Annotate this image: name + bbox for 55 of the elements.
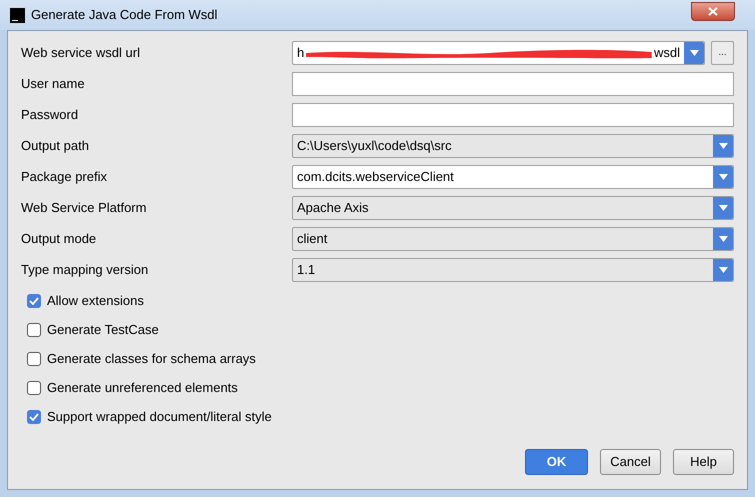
- field-label: Package prefix: [21, 168, 108, 186]
- field-label: Web Service Platform: [21, 199, 148, 218]
- caret-down-icon: [718, 205, 728, 211]
- dialog-button[interactable]: Help: [673, 449, 734, 475]
- dropdown-value: C:\Users\yuxl\code\dsq\src: [296, 137, 453, 156]
- check-icon: [29, 297, 39, 305]
- dropdown-arrow-button[interactable]: [713, 228, 733, 250]
- url-text-end: wsdl: [654, 44, 680, 62]
- checkbox[interactable]: [27, 381, 41, 395]
- checkbox[interactable]: [27, 294, 41, 308]
- input-field[interactable]: [292, 72, 734, 96]
- checkbox[interactable]: [27, 352, 41, 366]
- caret-down-icon: [718, 236, 728, 242]
- window-title: Generate Java Code From Wsdl: [31, 6, 218, 24]
- url-text-start: h: [297, 44, 304, 62]
- checkbox[interactable]: [27, 323, 41, 337]
- input-field[interactable]: [292, 103, 734, 127]
- field-label: Type mapping version: [21, 261, 150, 280]
- dialog-button[interactable]: Cancel: [600, 449, 661, 475]
- checkbox-label: Support wrapped document/literal style: [47, 408, 272, 426]
- ok-button[interactable]: OK: [525, 449, 588, 475]
- app-logo-icon: [10, 8, 25, 22]
- dropdown-value: 1.1: [296, 261, 316, 280]
- field-label: Web service wsdl url: [21, 44, 141, 62]
- dropdown-value: Apache Axis: [296, 199, 370, 218]
- check-icon: [29, 413, 39, 421]
- dropdown-arrow-button[interactable]: [713, 197, 733, 219]
- url-combo-field[interactable]: h wsdl: [292, 41, 705, 65]
- checkbox[interactable]: [27, 410, 41, 424]
- field-label: User name: [21, 75, 86, 94]
- checkbox-label: Allow extensions: [47, 292, 144, 310]
- dropdown-arrow-button[interactable]: [684, 42, 704, 64]
- close-icon: [708, 6, 718, 16]
- dropdown-field[interactable]: C:\Users\yuxl\code\dsq\src: [292, 134, 734, 158]
- caret-down-icon: [690, 50, 698, 56]
- browse-button[interactable]: ...: [711, 41, 734, 65]
- dropdown-field[interactable]: 1.1: [292, 258, 734, 282]
- dropdown-value: com.dcits.webserviceClient: [296, 168, 455, 186]
- checkbox-label: Generate unreferenced elements: [47, 379, 238, 398]
- dropdown-value: client: [296, 230, 328, 248]
- dropdown-field[interactable]: Apache Axis: [292, 196, 734, 220]
- dropdown-arrow-button[interactable]: [713, 135, 733, 157]
- dropdown-arrow-button[interactable]: [713, 259, 733, 281]
- dropdown-arrow-button[interactable]: [713, 166, 733, 188]
- field-label: Password: [21, 106, 80, 124]
- caret-down-icon: [718, 143, 728, 149]
- dropdown-field[interactable]: client: [292, 227, 734, 251]
- checkbox-label: Generate TestCase: [47, 321, 159, 340]
- caret-down-icon: [718, 174, 728, 180]
- editable-combo-box[interactable]: com.dcits.webserviceClient: [292, 165, 734, 189]
- caret-down-icon: [718, 267, 728, 273]
- checkbox-label: Generate classes for schema arrays: [47, 350, 256, 368]
- field-label: Output mode: [21, 230, 98, 248]
- close-button[interactable]: [691, 2, 735, 20]
- field-label: Output path: [21, 137, 90, 156]
